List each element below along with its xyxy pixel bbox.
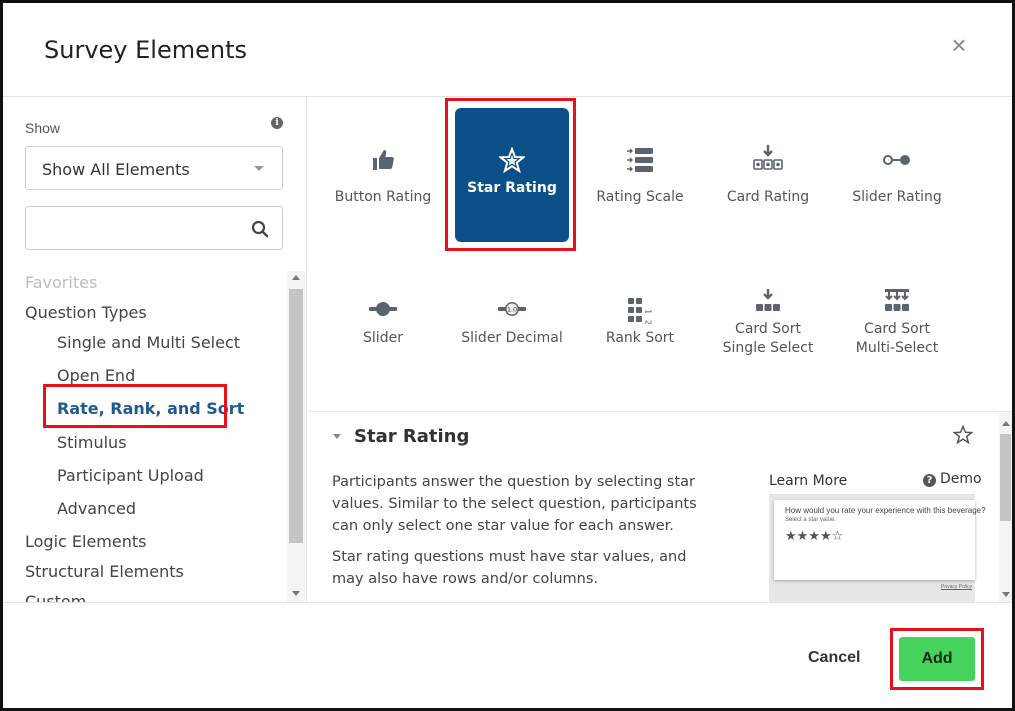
tree-item-participant-upload[interactable]: Participant Upload [57,466,204,485]
slider-icon [326,295,440,323]
search-input[interactable] [27,208,242,248]
thumbs-up-icon [326,146,440,174]
tree-item-open-end[interactable]: Open End [57,366,135,385]
element-label: Rank Sort [605,330,675,346]
preview-privacy: Privacy Policy [941,584,973,590]
element-tile-rating-scale[interactable]: Rating Scale [583,106,697,240]
element-label: Card Rating [726,189,810,205]
detail-title: Star Rating [354,426,470,447]
chevron-down-icon [254,166,264,171]
search-icon[interactable] [251,220,269,238]
highlight-box [445,98,576,251]
info-icon[interactable]: i [271,117,283,129]
scroll-up-icon[interactable] [1002,421,1010,426]
element-tile-slider-rating[interactable]: Slider Rating [840,106,954,240]
modal-footer: Cancel Add [3,602,1012,708]
element-tile-card-sort-multi-select[interactable]: Card Sort Multi-Select [840,265,954,399]
element-label: Rating Scale [596,189,684,205]
modal-header: Survey Elements × [3,3,1012,97]
slider-decimal-icon-text: 1.0 [507,306,517,314]
tree-item-stimulus[interactable]: Stimulus [57,433,127,452]
rank-sort-icon-text: 1 2 3 [644,309,653,324]
element-label: Button Rating [334,189,432,205]
preview-question: How would you rate your experience with … [785,506,986,515]
demo-label: Demo [940,471,982,487]
element-tile-card-rating[interactable]: Card Rating [711,106,825,240]
tree-item-advanced[interactable]: Advanced [57,499,136,518]
detail-description: Star rating questions must have star val… [332,549,687,587]
tree-item-question-types[interactable]: Question Types [25,303,147,322]
card-rating-icon [711,144,825,172]
element-tile-card-sort-single-select[interactable]: Card Sort Single Select [711,265,825,399]
survey-elements-modal: Survey Elements × Show i Show All Elemen… [0,0,1015,711]
element-label: Slider [363,330,403,346]
favorite-star-icon[interactable] [953,425,973,445]
collapse-caret-icon[interactable] [333,434,341,439]
sidebar-scroll-thumb[interactable] [289,289,303,543]
element-detail-panel: Star Rating Participants answer the ques… [308,411,1012,602]
show-label: Show [25,120,61,136]
learn-more-label: Learn More [769,473,848,489]
card-sort-multi-icon [840,287,954,315]
tree-item-custom[interactable]: Custom [25,592,86,602]
scroll-up-icon[interactable] [292,275,300,280]
cancel-button[interactable]: Cancel [808,649,860,667]
preview-instruction: Select a star value. [785,517,837,523]
modal-title: Survey Elements [44,36,247,64]
rating-scale-icon [583,146,697,174]
tree-item-structural-elements[interactable]: Structural Elements [25,562,184,581]
highlight-box [890,628,984,690]
close-icon[interactable]: × [947,32,971,58]
show-filter-value: Show All Elements [42,160,190,179]
preview-card: How would you rate your experience with … [774,500,986,580]
element-label: Card Sort Multi-Select [855,321,939,356]
element-label: Slider Rating [852,189,942,205]
scroll-down-icon[interactable] [292,591,300,596]
detail-description: Participants answer the question by sele… [332,474,697,534]
tree-item-favorites[interactable]: Favorites [25,273,97,292]
question-circle-icon: ? [923,474,936,487]
element-tile-button-rating[interactable]: Button Rating [326,106,440,240]
highlight-box [43,384,227,428]
slider-decimal-icon: 1.0 [455,295,569,323]
element-tile-slider-decimal[interactable]: 1.0 Slider Decimal [455,265,569,399]
preview-stars: ★★★★☆ [785,528,844,543]
show-filter-select[interactable]: Show All Elements [25,146,283,190]
element-grid: Button Rating Star Rating Rating Scale C… [308,97,1012,411]
element-label: Card Sort Single Select [722,321,814,356]
preview-image[interactable]: How would you rate your experience with … [769,494,986,602]
element-tile-rank-sort[interactable]: 1 2 3 Rank Sort [583,265,697,399]
sidebar: Show i Show All Elements Favorites Quest… [3,97,307,602]
card-sort-single-icon [711,287,825,315]
search-box[interactable] [25,206,283,250]
slider-rating-icon [840,146,954,174]
tree-item-logic-elements[interactable]: Logic Elements [25,532,146,551]
scroll-down-icon[interactable] [1002,592,1010,597]
demo-link[interactable]: ? Demo [923,471,982,487]
tree-item-single-multi-select[interactable]: Single and Multi Select [57,333,240,352]
detail-scroll-thumb[interactable] [1000,434,1011,521]
rank-sort-icon: 1 2 3 [583,295,697,325]
element-category-tree: Favorites Question Types Single and Mult… [3,267,287,602]
element-tile-slider[interactable]: Slider [326,265,440,399]
element-label: Slider Decimal [461,330,563,346]
